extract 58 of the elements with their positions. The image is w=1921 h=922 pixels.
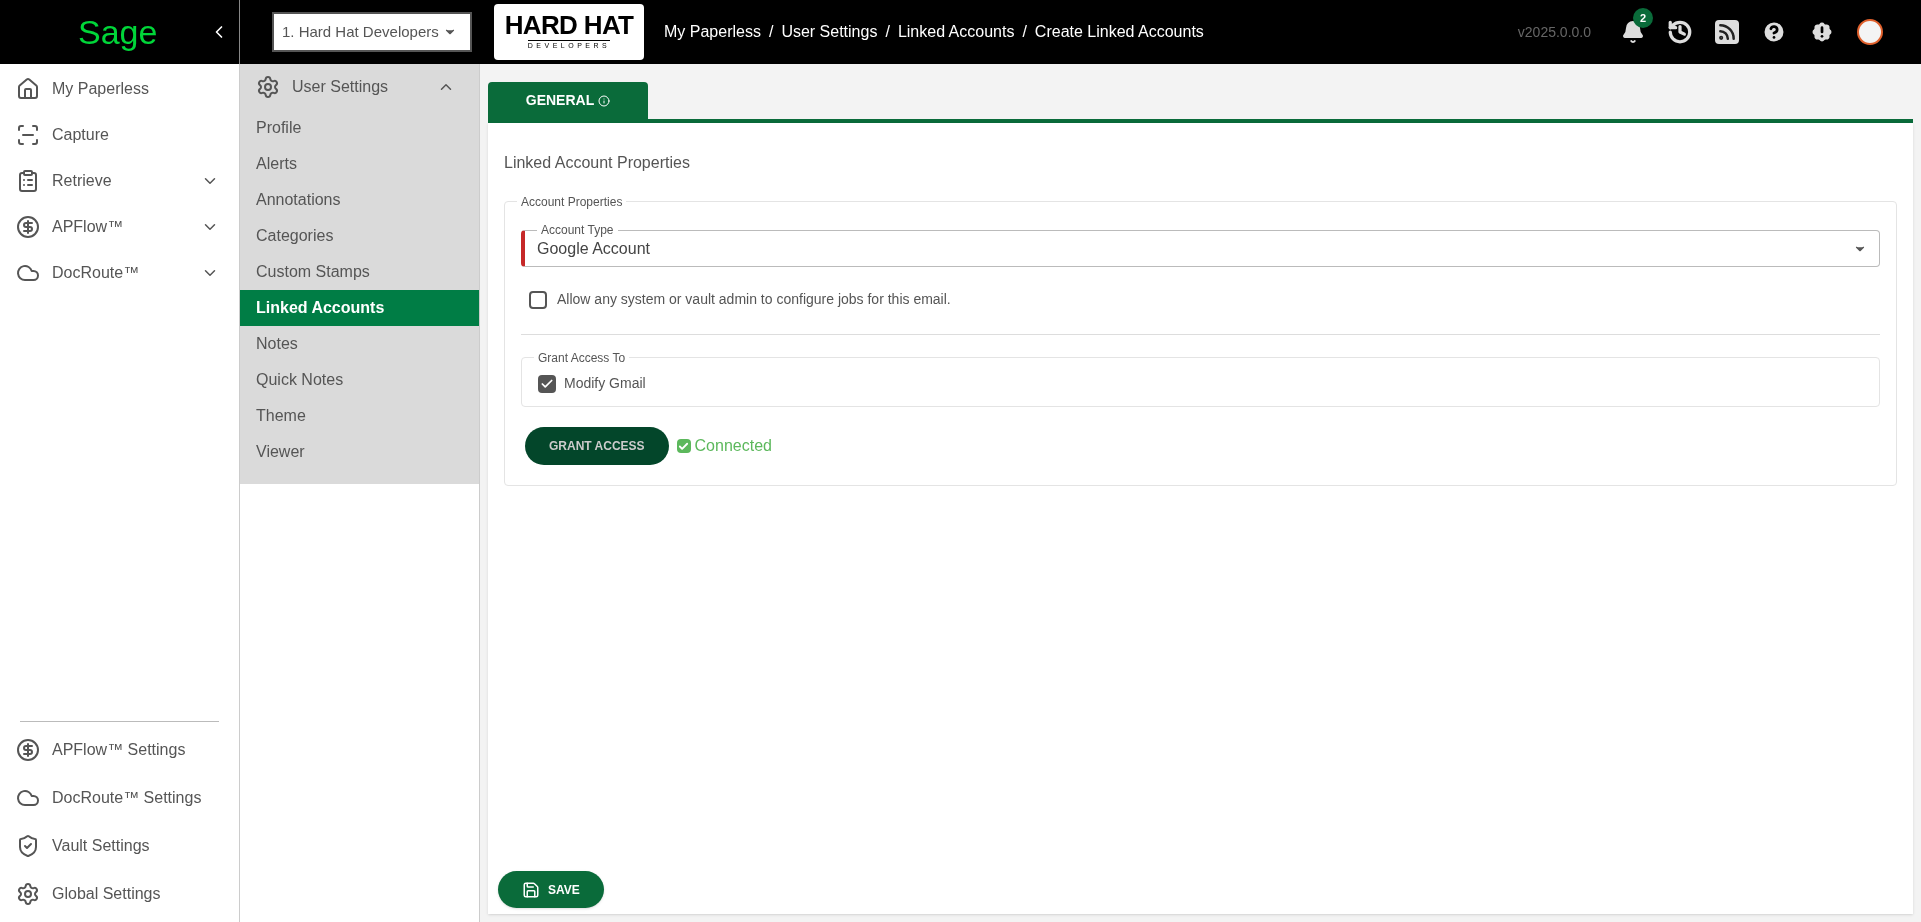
- settings-menu-item[interactable]: Viewer: [240, 434, 479, 470]
- breadcrumb-link[interactable]: User Settings: [781, 20, 878, 44]
- shield-icon: [16, 834, 40, 858]
- breadcrumb-separator: /: [885, 22, 890, 42]
- scan-icon: [16, 123, 40, 147]
- group-legend: Account Properties: [521, 195, 623, 209]
- history-icon[interactable]: [1667, 19, 1693, 45]
- grant-access-button[interactable]: GRANT ACCESS: [525, 427, 669, 465]
- breadcrumb-link[interactable]: My Paperless: [664, 20, 761, 44]
- settings-menu-item[interactable]: Alerts: [240, 146, 479, 182]
- version-label: v2025.0.0.0: [1517, 22, 1591, 42]
- nav-item[interactable]: Capture: [0, 112, 239, 158]
- settings-menu-item[interactable]: Profile: [240, 110, 479, 146]
- avatar[interactable]: [1857, 19, 1883, 45]
- breadcrumb-link[interactable]: Linked Accounts: [897, 20, 1015, 44]
- nav-item[interactable]: DocRoute™ Settings: [0, 774, 239, 822]
- home-icon: [16, 77, 40, 101]
- nav-item[interactable]: My Paperless: [0, 66, 239, 112]
- save-button[interactable]: SAVE: [498, 871, 604, 908]
- rss-icon[interactable]: [1715, 20, 1739, 44]
- settings-icon: [256, 75, 280, 99]
- group-legend: Grant Access To: [538, 351, 626, 365]
- nav-item[interactable]: APFlow™ Settings: [0, 726, 239, 774]
- status-label: Connected: [676, 434, 772, 458]
- checkbox-label: Allow any system or vault admin to configure jobs for this email.: [557, 290, 951, 309]
- nav-item[interactable]: Vault Settings: [0, 822, 239, 870]
- nav-item[interactable]: DocRoute™: [0, 250, 239, 296]
- settings-menu-header[interactable]: User Settings: [240, 64, 479, 110]
- settings-menu-item[interactable]: Categories: [240, 218, 479, 254]
- breadcrumb-separator: /: [1022, 22, 1027, 42]
- help-icon[interactable]: [1761, 19, 1787, 45]
- settings-menu-item[interactable]: Theme: [240, 398, 479, 434]
- dollar-icon: [16, 215, 40, 239]
- nav-item[interactable]: APFlow™: [0, 204, 239, 250]
- checkbox-label: Modify Gmail: [564, 374, 646, 393]
- settings-menu-item[interactable]: Annotations: [240, 182, 479, 218]
- info-icon: [598, 94, 611, 107]
- alert-icon[interactable]: [1809, 19, 1835, 45]
- settings-menu-item[interactable]: Quick Notes: [240, 362, 479, 398]
- settings-menu-item[interactable]: Notes: [240, 326, 479, 362]
- company-select[interactable]: 1. Hard Hat Developers: [272, 12, 472, 52]
- bell-icon[interactable]: [1621, 20, 1645, 44]
- tab[interactable]: GENERAL: [488, 82, 648, 119]
- save-icon: [522, 880, 540, 899]
- settings-menu-item[interactable]: Linked Accounts: [240, 290, 479, 326]
- clipboard-icon: [16, 169, 40, 193]
- settings-icon: [16, 882, 40, 906]
- check-icon: [678, 440, 690, 452]
- dollar-icon: [16, 738, 40, 762]
- nav-item[interactable]: Retrieve: [0, 158, 239, 204]
- checkbox[interactable]: [529, 290, 547, 309]
- settings-menu-item[interactable]: Custom Stamps: [240, 254, 479, 290]
- nav-item[interactable]: Global Settings: [0, 870, 239, 918]
- section-title: Linked Account Properties: [504, 153, 691, 173]
- notification-badge: 2: [1633, 8, 1653, 28]
- breadcrumb-separator: /: [768, 22, 774, 42]
- checkbox[interactable]: [538, 374, 556, 393]
- brand-logo: Sage: [78, 15, 158, 49]
